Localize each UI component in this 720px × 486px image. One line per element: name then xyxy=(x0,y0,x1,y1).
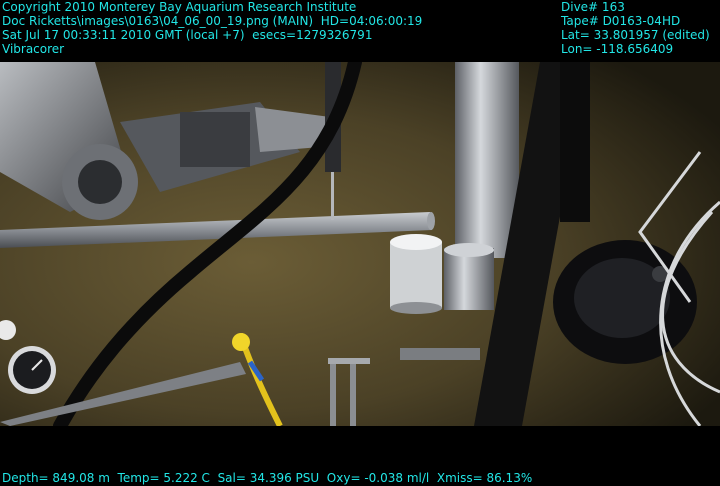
copyright-line: Copyright 2010 Monterey Bay Aquarium Res… xyxy=(2,0,357,14)
video-frame: Copyright 2010 Monterey Bay Aquarium Res… xyxy=(0,0,720,486)
tape-number: Tape# D0163-04HD xyxy=(561,14,681,28)
sensor-readout: Depth= 849.08 m Temp= 5.222 C Sal= 34.39… xyxy=(2,471,533,485)
latitude: Lat= 33.801957 (edited) xyxy=(561,28,710,42)
core-cup xyxy=(390,234,442,314)
tool-label: Vibracorer xyxy=(2,42,65,56)
longitude: Lon= -118.656409 xyxy=(561,42,674,56)
image-path-line: Doc Ricketts\images\0163\04_06_00_19.png… xyxy=(2,14,423,28)
seafloor-camera-view xyxy=(0,62,720,426)
timestamp-line: Sat Jul 17 00:33:11 2010 GMT (local +7) … xyxy=(2,28,373,42)
dive-number: Dive# 163 xyxy=(561,0,625,14)
